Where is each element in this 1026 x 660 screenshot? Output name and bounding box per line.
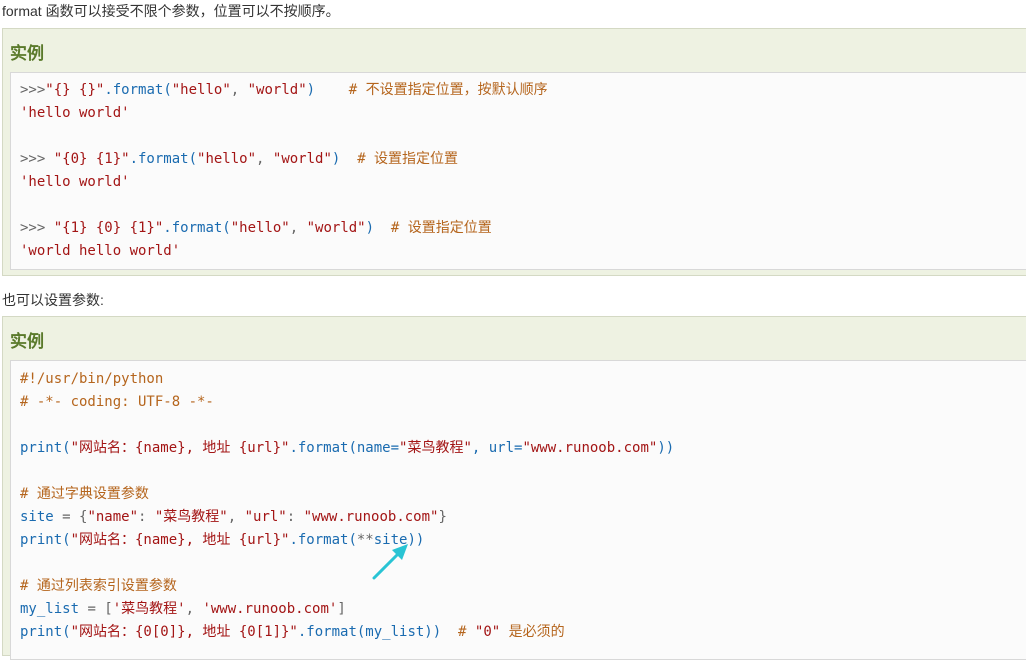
code-token: "world" [247, 82, 307, 98]
code-token: , [230, 82, 248, 98]
code-token: , [289, 220, 307, 236]
code-line: 'hello world' [20, 172, 130, 192]
code-token: "www.runoob.com" [303, 509, 439, 525]
code-token: >>> [20, 151, 54, 167]
code-token: , url= [471, 440, 523, 456]
code-token: ) [331, 151, 358, 167]
code-token: 是必须的 [500, 624, 565, 640]
code-token: # 不设置指定位置，按默认顺序 [348, 82, 548, 98]
intro-text: format 函数可以接受不限个参数，位置可以不按顺序。 [2, 3, 340, 19]
code-token: print( [20, 532, 71, 548]
arrow-icon [372, 544, 408, 580]
code-token: "www.runoob.com" [522, 440, 658, 456]
code-token: # -*- coding: UTF-8 -*- [20, 394, 214, 410]
code-token: "网站名：{name}, 地址 {url}" [70, 440, 290, 456]
code-line: print("网站名：{name}, 地址 {url}".format(**si… [20, 530, 424, 550]
example-title-2: 实例 [10, 332, 44, 351]
middle-text: 也可以设置参数: [2, 292, 104, 308]
code-token: ) [365, 220, 391, 236]
code-token: )) [657, 440, 675, 456]
code-token: "world" [306, 220, 366, 236]
code-token: "{1} {0} {1}" [53, 220, 164, 236]
code-token: "hello" [230, 220, 290, 236]
code-token: .format(name= [289, 440, 400, 456]
code-token: my_list [20, 601, 80, 617]
code-box-1: >>>"{} {}".format("hello", "world") # 不设… [10, 72, 1026, 270]
code-token: #!/usr/bin/python [20, 371, 164, 387]
code-line: my_list = ['菜鸟教程', 'www.runoob.com'] [20, 599, 346, 619]
code-line: >>> "{1} {0} {1}".format("hello", "world… [20, 218, 492, 238]
code-token: 'hello world' [20, 174, 130, 190]
code-token: "name" [87, 509, 139, 525]
code-token: : [286, 509, 304, 525]
code-token: >>> [20, 220, 54, 236]
code-token: # 设置指定位置 [357, 151, 459, 167]
code-token: .format( [104, 82, 172, 98]
code-token: "菜鸟教程" [154, 509, 228, 525]
code-token: "hello" [171, 82, 231, 98]
code-token: >>> [20, 82, 46, 98]
code-token: "world" [272, 151, 332, 167]
example-title-1: 实例 [10, 44, 44, 63]
code-token: print( [20, 440, 71, 456]
code-token: "0" [474, 624, 501, 640]
code-line: site = {"name": "菜鸟教程", "url": "www.runo… [20, 507, 447, 527]
code-line: 'world hello world' [20, 241, 180, 261]
example-block-1: 实例 >>>"{} {}".format("hello", "world") #… [2, 28, 1026, 276]
code-line: 'hello world' [20, 103, 130, 123]
code-token: # [458, 624, 475, 640]
code-token: "网站名：{name}, 地址 {url}" [70, 532, 290, 548]
code-line: >>>"{} {}".format("hello", "world") # 不设… [20, 80, 548, 100]
code-line: >>> "{0} {1}".format("hello", "world") #… [20, 149, 458, 169]
code-line: # -*- coding: UTF-8 -*- [20, 392, 214, 412]
code-token: "菜鸟教程" [399, 440, 472, 456]
code-token: "hello" [197, 151, 257, 167]
code-token: .format( [163, 220, 231, 236]
code-token: site [20, 509, 54, 525]
code-token: .format(my_list)) [297, 624, 459, 640]
code-token: '菜鸟教程' [112, 601, 186, 617]
code-line: print("网站名：{0[0]}, 地址 {0[1]}".format(my_… [20, 622, 565, 642]
code-token: = [ [79, 601, 113, 617]
code-box-2: #!/usr/bin/python # -*- coding: UTF-8 -*… [10, 360, 1026, 660]
code-token: .format( [289, 532, 357, 548]
code-line: # 通过列表索引设置参数 [20, 576, 177, 596]
code-token: = { [53, 509, 88, 525]
code-token: .format( [129, 151, 198, 167]
code-token: "{0} {1}" [53, 151, 130, 167]
code-token: 'hello world' [20, 105, 130, 121]
code-line: print("网站名：{name}, 地址 {url}".format(name… [20, 438, 674, 458]
code-token: "网站名：{0[0]}, 地址 {0[1]}" [70, 624, 298, 640]
code-token: # 通过列表索引设置参数 [20, 578, 177, 594]
code-token: # 通过字典设置参数 [20, 486, 149, 502]
code-token: "{} {}" [45, 82, 105, 98]
code-token: , [256, 151, 273, 167]
code-line: # 通过字典设置参数 [20, 484, 149, 504]
code-token: : [138, 509, 155, 525]
code-token: ) [306, 82, 349, 98]
code-line: #!/usr/bin/python [20, 369, 163, 389]
code-token: 'www.runoob.com' [202, 601, 338, 617]
code-token: "url" [244, 509, 287, 525]
example-block-2: 实例 #!/usr/bin/python # -*- coding: UTF-8… [2, 316, 1026, 660]
code-token: print( [20, 624, 71, 640]
code-token: , [227, 509, 245, 525]
code-token: # 设置指定位置 [390, 220, 492, 236]
code-token: } [438, 509, 447, 525]
code-token: ] [337, 601, 346, 617]
code-token: , [185, 601, 203, 617]
code-token: 'world hello world' [20, 243, 181, 259]
